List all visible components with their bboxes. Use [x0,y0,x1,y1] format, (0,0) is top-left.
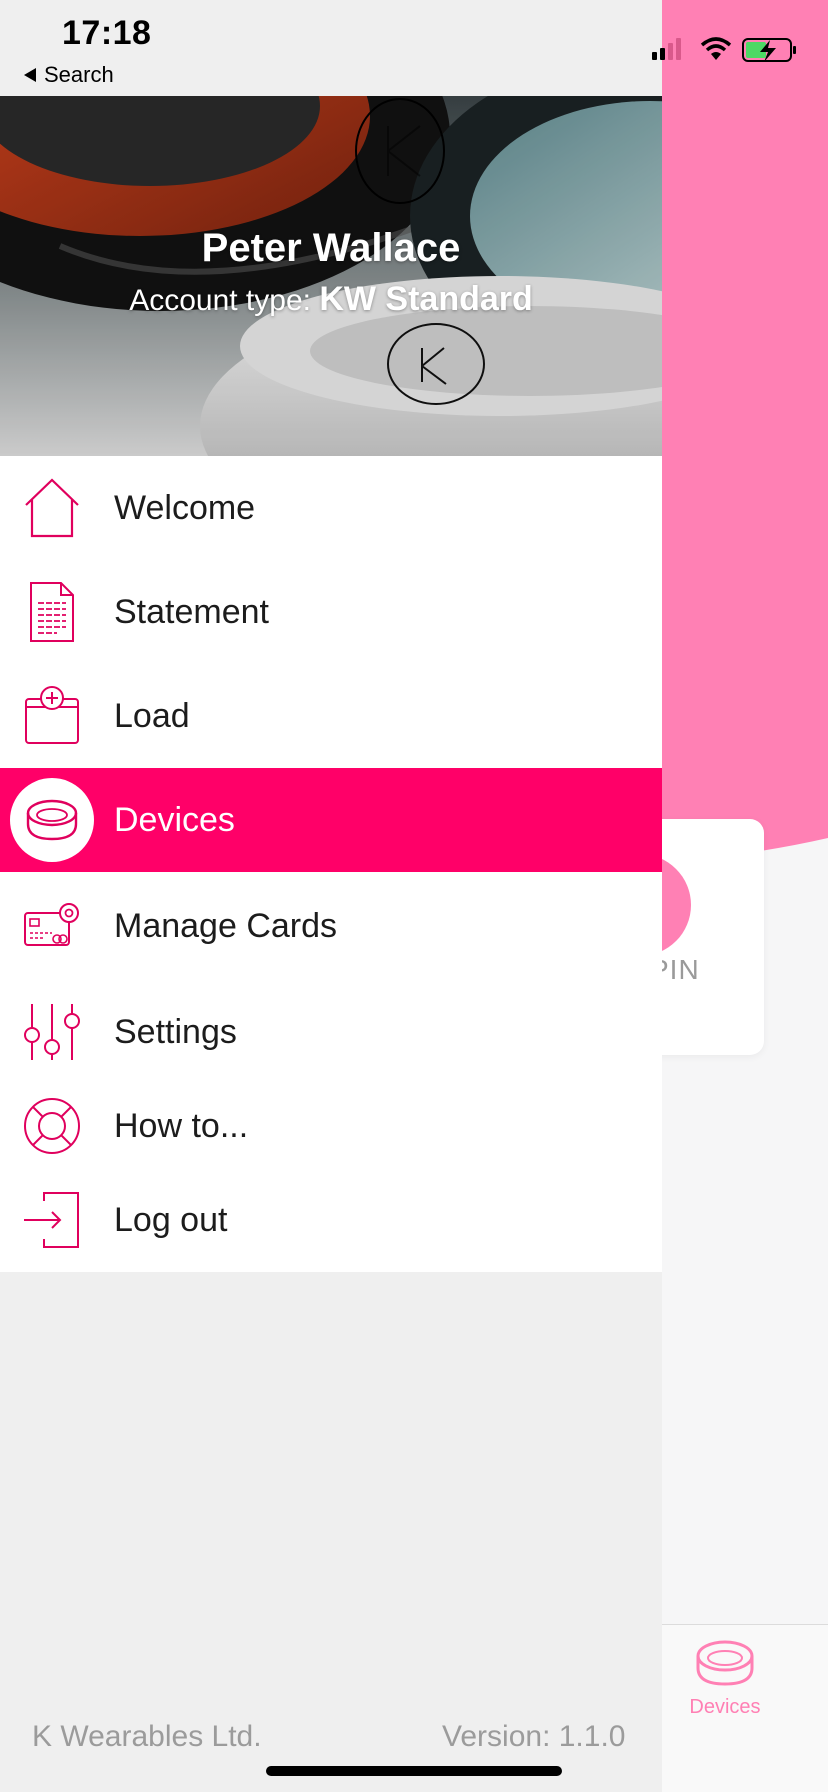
header-rings-image [0,96,662,456]
menu-label-welcome: Welcome [114,488,256,527]
drawer-menu: Welcome Statement Load Devices Manage Ca… [0,456,662,1272]
menu-item-log-out[interactable]: Log out [0,1168,662,1272]
account-type-value: KW Standard [319,280,533,318]
back-label: Search [44,62,114,87]
status-time: 17:18 [62,14,152,52]
ring-icon [10,778,94,862]
menu-item-devices[interactable]: Devices [0,768,662,872]
load-wallet-icon [22,683,82,749]
navigation-drawer: 17:18 Search Peter Wallace Account type:… [0,0,662,1792]
menu-item-settings[interactable]: Settings [0,980,662,1084]
battery-charging-icon [742,38,796,62]
tab-devices-label[interactable]: Devices [680,1696,770,1719]
account-type: Account type: KW Standard [0,280,662,319]
app-version: Version: 1.1.0 [442,1720,626,1753]
menu-label-log-out: Log out [114,1200,228,1239]
menu-item-statement[interactable]: Statement [0,560,662,664]
home-indicator[interactable] [266,1766,562,1776]
status-icons [652,37,796,62]
user-name: Peter Wallace [201,226,461,270]
menu-label-how-to: How to... [114,1106,249,1145]
signal-icon [652,38,681,60]
home-icon [22,475,82,541]
sliders-icon [22,999,82,1065]
menu-label-settings: Settings [114,1012,237,1051]
menu-label-devices: Devices [114,800,235,839]
menu-label-statement: Statement [114,592,269,631]
back-to-search-button[interactable]: Search [24,62,114,88]
back-triangle-icon [24,68,36,82]
menu-item-load[interactable]: Load [0,664,662,768]
menu-item-how-to[interactable]: How to... [0,1084,662,1168]
card-settings-icon [22,893,82,959]
company-name: K Wearables Ltd. [32,1720,262,1753]
document-icon [22,579,82,645]
drawer-header: Peter Wallace Account type: KW Standard [0,96,662,456]
menu-item-welcome[interactable]: Welcome [0,456,662,560]
menu-label-manage-cards: Manage Cards [114,906,338,945]
logout-icon [22,1187,82,1253]
menu-item-manage-cards[interactable]: Manage Cards [0,872,662,980]
account-type-label: Account type: [129,284,311,317]
lifebuoy-icon [22,1093,82,1159]
ring-icon[interactable] [693,1636,757,1690]
menu-label-load: Load [114,696,190,735]
wifi-icon [700,37,732,60]
